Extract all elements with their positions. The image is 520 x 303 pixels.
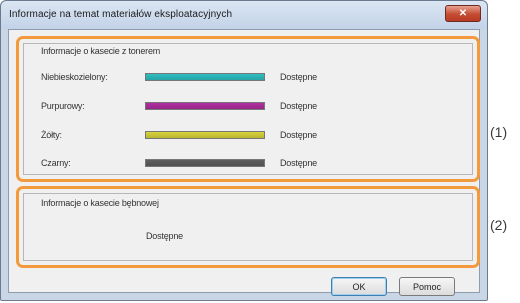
callout-label-1: (1)	[490, 124, 508, 140]
drum-group-title: Informacje o kasecie bębnowej	[41, 198, 159, 208]
toner-status: Dostępne	[280, 158, 317, 168]
toner-level-bar	[145, 73, 265, 81]
toner-level-bar	[145, 159, 265, 167]
toner-level-bar	[145, 102, 265, 110]
toner-label: Purpurowy:	[41, 101, 85, 111]
toner-status: Dostępne	[280, 130, 317, 140]
toner-info-group: Informacje o kasecie z tonerem Niebiesko…	[23, 43, 473, 175]
drum-info-highlight: Informacje o kasecie bębnowej Dostępne	[16, 186, 480, 268]
toner-label: Niebieskozielony:	[41, 72, 108, 82]
toner-row-black: Czarny: Dostępne	[24, 158, 472, 172]
toner-info-highlight: Informacje o kasecie z tonerem Niebiesko…	[16, 36, 480, 182]
toner-label: Czarny:	[41, 158, 71, 168]
toner-status: Dostępne	[280, 72, 317, 82]
help-button[interactable]: Pomoc	[399, 277, 455, 296]
drum-info-group: Informacje o kasecie bębnowej Dostępne	[23, 193, 473, 261]
drum-status: Dostępne	[146, 231, 183, 241]
close-icon: ✕	[458, 7, 468, 19]
callout-label-2: (2)	[490, 217, 508, 233]
title-bar: Informacje na temat materiałów eksploata…	[1, 1, 487, 29]
toner-level-bar	[145, 131, 265, 139]
toner-row-cyan: Niebieskozielony: Dostępne	[24, 72, 472, 86]
toner-group-title: Informacje o kasecie z tonerem	[41, 46, 161, 56]
toner-row-magenta: Purpurowy: Dostępne	[24, 101, 472, 115]
ok-button[interactable]: OK	[331, 277, 387, 296]
toner-status: Dostępne	[280, 101, 317, 111]
close-button[interactable]: ✕	[445, 5, 481, 22]
toner-label: Żółty:	[41, 130, 62, 140]
toner-row-yellow: Żółty: Dostępne	[24, 130, 472, 144]
window-title: Informacje na temat materiałów eksploata…	[9, 9, 233, 20]
